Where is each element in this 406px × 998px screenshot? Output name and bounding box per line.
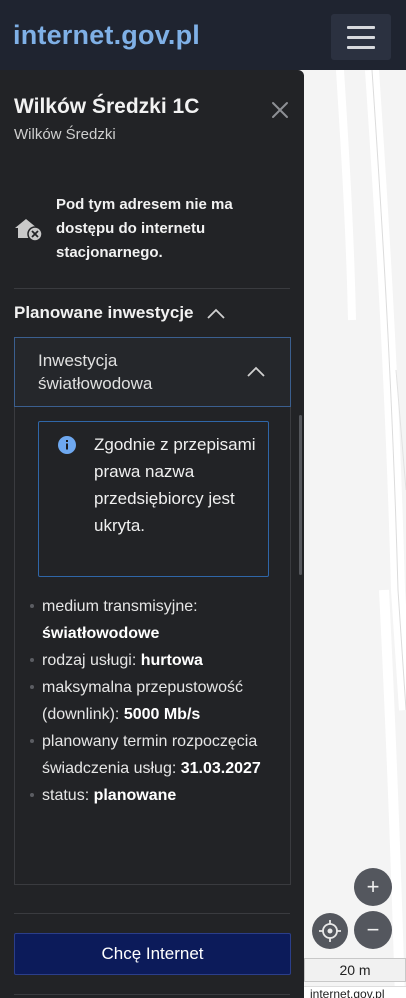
site-logo[interactable]: internet.gov.pl [13,20,200,51]
list-item: maksymalna przepustowość (downlink): 500… [25,674,280,728]
info-text: Zgodnie z przepisami prawa nazwa przedsi… [94,435,256,535]
chevron-up-icon[interactable] [246,366,266,378]
hamburger-icon [347,25,375,29]
list-item: status: planowane [25,782,280,809]
detail-value: 5000 Mb/s [123,706,201,723]
want-internet-button[interactable]: Chcę Internet [14,933,291,975]
address-subtitle: Wilków Średzki [14,126,116,143]
app-header: internet.gov.pl [0,0,406,70]
locate-button[interactable] [312,913,348,949]
detail-value: 31.03.2027 [180,760,261,777]
panel-scrollbar[interactable] [299,415,302,575]
menu-button[interactable] [331,14,391,60]
hamburger-icon [347,45,375,49]
detail-label: rodzaj usługi: [42,652,141,669]
detail-label: medium transmisyjne: [42,598,198,615]
accordion-content: Zgodnie z przepisami prawa nazwa przedsi… [14,407,291,885]
divider [14,994,290,995]
divider [14,913,290,914]
availability-message: Pod tym adresem nie ma dostępu do intern… [56,196,233,261]
house-no-access-icon [15,219,43,242]
zoom-out-button[interactable]: − [354,911,392,949]
fiber-investment-accordion[interactable]: Inwestycja światłowodowa [14,337,291,407]
detail-value: światłowodowe [42,625,160,642]
investment-details: medium transmisyjne: światłowodowe rodza… [25,593,280,809]
detail-value: planowane [93,787,177,804]
address-panel: Wilków Średzki 1C Wilków Średzki Pod tym… [0,70,304,998]
divider [14,288,290,289]
close-icon[interactable] [268,98,292,122]
chevron-up-icon[interactable] [206,308,226,320]
accordion-title: Inwestycja światłowodowa [38,351,153,393]
planned-investments-header[interactable]: Planowane inwestycje [14,303,194,323]
hamburger-icon [347,35,375,39]
address-title: Wilków Średzki 1C [14,95,200,118]
list-item: medium transmisyjne: światłowodowe [25,593,280,647]
info-notice: Zgodnie z przepisami prawa nazwa przedsi… [38,421,269,577]
crosshair-icon [319,920,341,942]
zoom-in-button[interactable]: + [354,868,392,906]
info-icon [58,436,76,454]
map-attribution[interactable]: internet.gov.pl [304,986,406,998]
list-item: planowany termin rozpoczęcia świadczenia… [25,728,280,782]
map-scale: 20 m [304,958,406,982]
detail-label: status: [42,787,94,804]
detail-value: hurtowa [140,652,203,669]
list-item: rodzaj usługi: hurtowa [25,647,280,674]
